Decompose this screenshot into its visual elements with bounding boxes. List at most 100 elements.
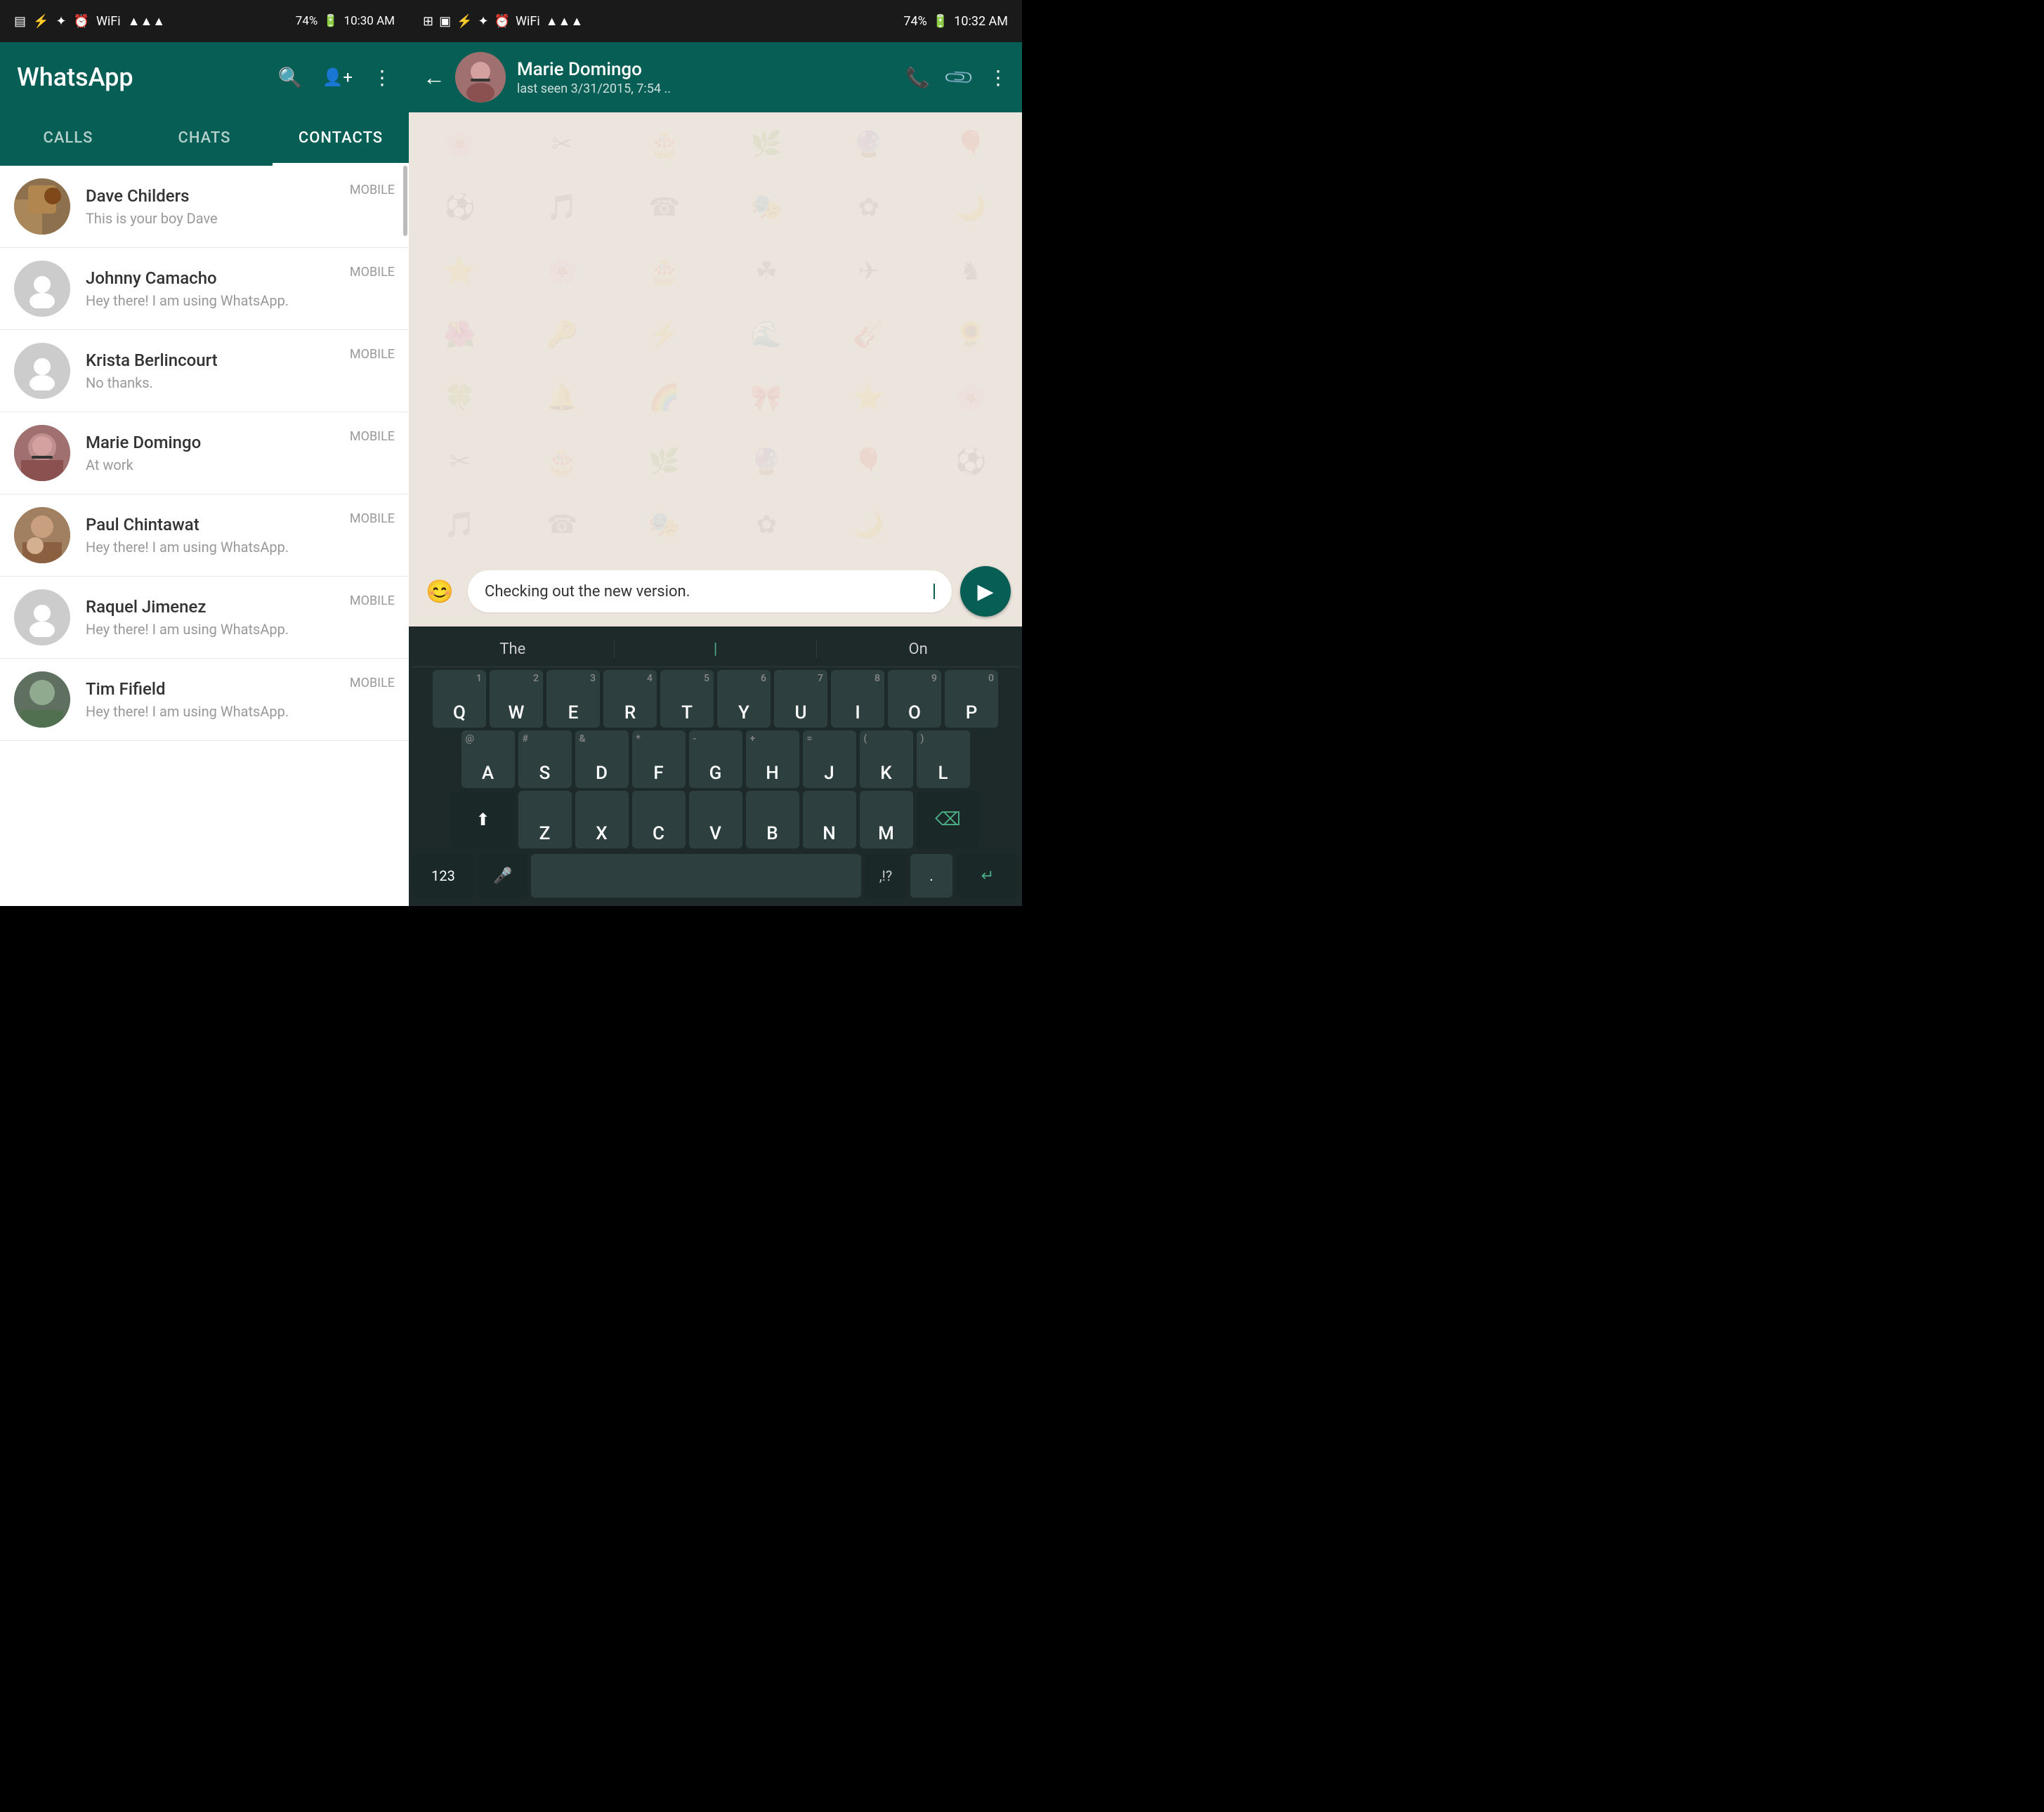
list-item[interactable]: Krista Berlincourt No thanks. MOBILE	[0, 330, 409, 412]
chat-background: 🌸 ✂ 🎂 🌿 🔮 🎈 ⚽ 🎵 ☎ 🎭 ✿ 🌙 ⭐ 🌸 🎂 ☘ ✈ ♞ 🌺 🔑 …	[409, 112, 1022, 556]
back-button[interactable]: ←	[423, 64, 445, 91]
signal2-icon: ▲▲▲	[546, 14, 583, 29]
list-item[interactable]: Paul Chintawat Hey there! I am using Wha…	[0, 494, 409, 577]
send-button[interactable]: ▶	[960, 566, 1011, 617]
space-key[interactable]	[531, 854, 861, 898]
period-key[interactable]: .	[910, 854, 952, 898]
list-item[interactable]: Dave Childers This is your boy Dave MOBI…	[0, 166, 409, 248]
key-p[interactable]: 0P	[945, 670, 998, 728]
avatar	[14, 178, 70, 235]
key-rows: 1Q 2W 3E 4R 5T 6Y 7U 8I 9O 0P @A #S &D *…	[412, 670, 1019, 898]
chat-contact-info: Marie Domingo last seen 3/31/2015, 7:54 …	[517, 59, 905, 96]
num-toggle-label: 123	[431, 867, 455, 884]
left-panel: ▤ ⚡ ✦ ⏰ WiFi ▲▲▲ 74% 🔋 10:30 AM WhatsApp…	[0, 0, 409, 906]
comma-key[interactable]: ,!?	[865, 854, 907, 898]
key-a[interactable]: @A	[461, 730, 515, 788]
chat-menu-icon[interactable]: ⋮	[988, 66, 1008, 89]
battery-percent: 74%	[296, 14, 318, 28]
list-item[interactable]: Johnny Camacho Hey there! I am using Wha…	[0, 248, 409, 330]
emoji-button[interactable]: 😊	[420, 572, 459, 611]
suggestion-cursor: |	[714, 641, 717, 658]
key-b[interactable]: B	[746, 791, 799, 848]
avatar	[14, 507, 70, 563]
attach-button[interactable]: 📎	[943, 60, 976, 94]
suggestion-on[interactable]: On	[817, 641, 1019, 658]
flash2-icon: ⚡	[457, 14, 472, 29]
num-toggle-key[interactable]: 123	[412, 854, 475, 898]
wifi-icon: WiFi	[96, 14, 121, 29]
contact-type: MOBILE	[350, 507, 395, 526]
wm-icon: 🌸	[920, 366, 1023, 429]
text-cursor	[933, 584, 935, 599]
wm-icon: 🍀	[409, 366, 511, 429]
key-y[interactable]: 6Y	[717, 670, 771, 728]
message-input-box[interactable]: Checking out the new version.	[468, 570, 952, 612]
right-battery-icon: 🔋	[933, 14, 948, 29]
list-item[interactable]: Raquel Jimenez Hey there! I am using Wha…	[0, 577, 409, 659]
search-icon[interactable]: 🔍	[278, 66, 303, 89]
key-s[interactable]: #S	[518, 730, 572, 788]
key-v[interactable]: V	[689, 791, 742, 848]
left-status-icons: ▤ ⚡ ✦ ⏰ WiFi ▲▲▲	[14, 14, 165, 29]
scroll-bar[interactable]	[403, 166, 407, 236]
right-status-icons: ⊞ ▣ ⚡ ✦ ⏰ WiFi ▲▲▲	[423, 14, 583, 29]
key-u[interactable]: 7U	[774, 670, 827, 728]
avatar	[14, 589, 70, 645]
contact-type: MOBILE	[350, 178, 395, 197]
wm-icon: 🌻	[920, 303, 1023, 366]
backspace-key[interactable]: ⌫	[917, 791, 980, 848]
key-d[interactable]: &D	[575, 730, 629, 788]
key-f[interactable]: *F	[632, 730, 686, 788]
key-q[interactable]: 1Q	[433, 670, 486, 728]
wifi2-icon: WiFi	[516, 14, 540, 29]
key-g[interactable]: -G	[689, 730, 742, 788]
tab-contacts[interactable]: CONTACTS	[273, 112, 409, 166]
key-n[interactable]: N	[803, 791, 856, 848]
contact-type: MOBILE	[350, 261, 395, 280]
wm-icon: ✂	[409, 429, 511, 492]
wm-icon: 🌸	[409, 112, 511, 176]
key-x[interactable]: X	[575, 791, 629, 848]
key-l[interactable]: )L	[917, 730, 970, 788]
contact-info: Raquel Jimenez Hey there! I am using Wha…	[86, 597, 350, 638]
key-e[interactable]: 3E	[546, 670, 600, 728]
call-button[interactable]: 📞	[905, 66, 930, 89]
suggestion-the[interactable]: The	[412, 641, 615, 658]
key-row-3: ⬆ Z X C V B N M ⌫	[412, 791, 1019, 848]
flash-icon: ⚡	[33, 14, 48, 29]
shift-key[interactable]: ⬆	[452, 791, 515, 848]
app-header: WhatsApp 🔍 👤+ ⋮	[0, 42, 409, 112]
menu-icon[interactable]: ⋮	[372, 66, 392, 89]
avatar	[14, 425, 70, 481]
tab-calls[interactable]: CALLS	[0, 112, 136, 166]
suggestion-i: |	[615, 641, 818, 658]
key-i[interactable]: 8I	[831, 670, 884, 728]
add-contact-icon[interactable]: 👤+	[322, 67, 353, 87]
contact-name: Johnny Camacho	[86, 268, 350, 288]
mic-key[interactable]: 🎤	[478, 854, 528, 898]
tab-chats[interactable]: CHATS	[136, 112, 273, 166]
right-time: 10:32 AM	[954, 14, 1008, 29]
list-item[interactable]: Marie Domingo At work MOBILE	[0, 412, 409, 494]
screenshot-icon: ⊞	[423, 14, 433, 29]
key-r[interactable]: 4R	[603, 670, 657, 728]
key-w[interactable]: 2W	[490, 670, 543, 728]
key-j[interactable]: =J	[803, 730, 856, 788]
key-c[interactable]: C	[632, 791, 686, 848]
key-o[interactable]: 9O	[888, 670, 941, 728]
signal-icon: ▲▲▲	[128, 14, 165, 29]
wm-icon: ⚡	[613, 303, 716, 366]
key-k[interactable]: (K	[860, 730, 913, 788]
list-item[interactable]: Tim Fifield Hey there! I am using WhatsA…	[0, 659, 409, 741]
wm-icon: 🌸	[511, 239, 614, 303]
wm-icon: ✂	[511, 112, 614, 176]
left-status-bar: ▤ ⚡ ✦ ⏰ WiFi ▲▲▲ 74% 🔋 10:30 AM	[0, 0, 409, 42]
wm-icon: ⚽	[920, 429, 1023, 492]
wm-icon: 🎈	[818, 429, 920, 492]
key-t[interactable]: 5T	[660, 670, 714, 728]
key-h[interactable]: +H	[746, 730, 799, 788]
wm-icon: ✿	[818, 176, 920, 239]
key-m[interactable]: M	[860, 791, 913, 848]
return-key[interactable]: ↵	[956, 854, 1019, 898]
key-z[interactable]: Z	[518, 791, 572, 848]
